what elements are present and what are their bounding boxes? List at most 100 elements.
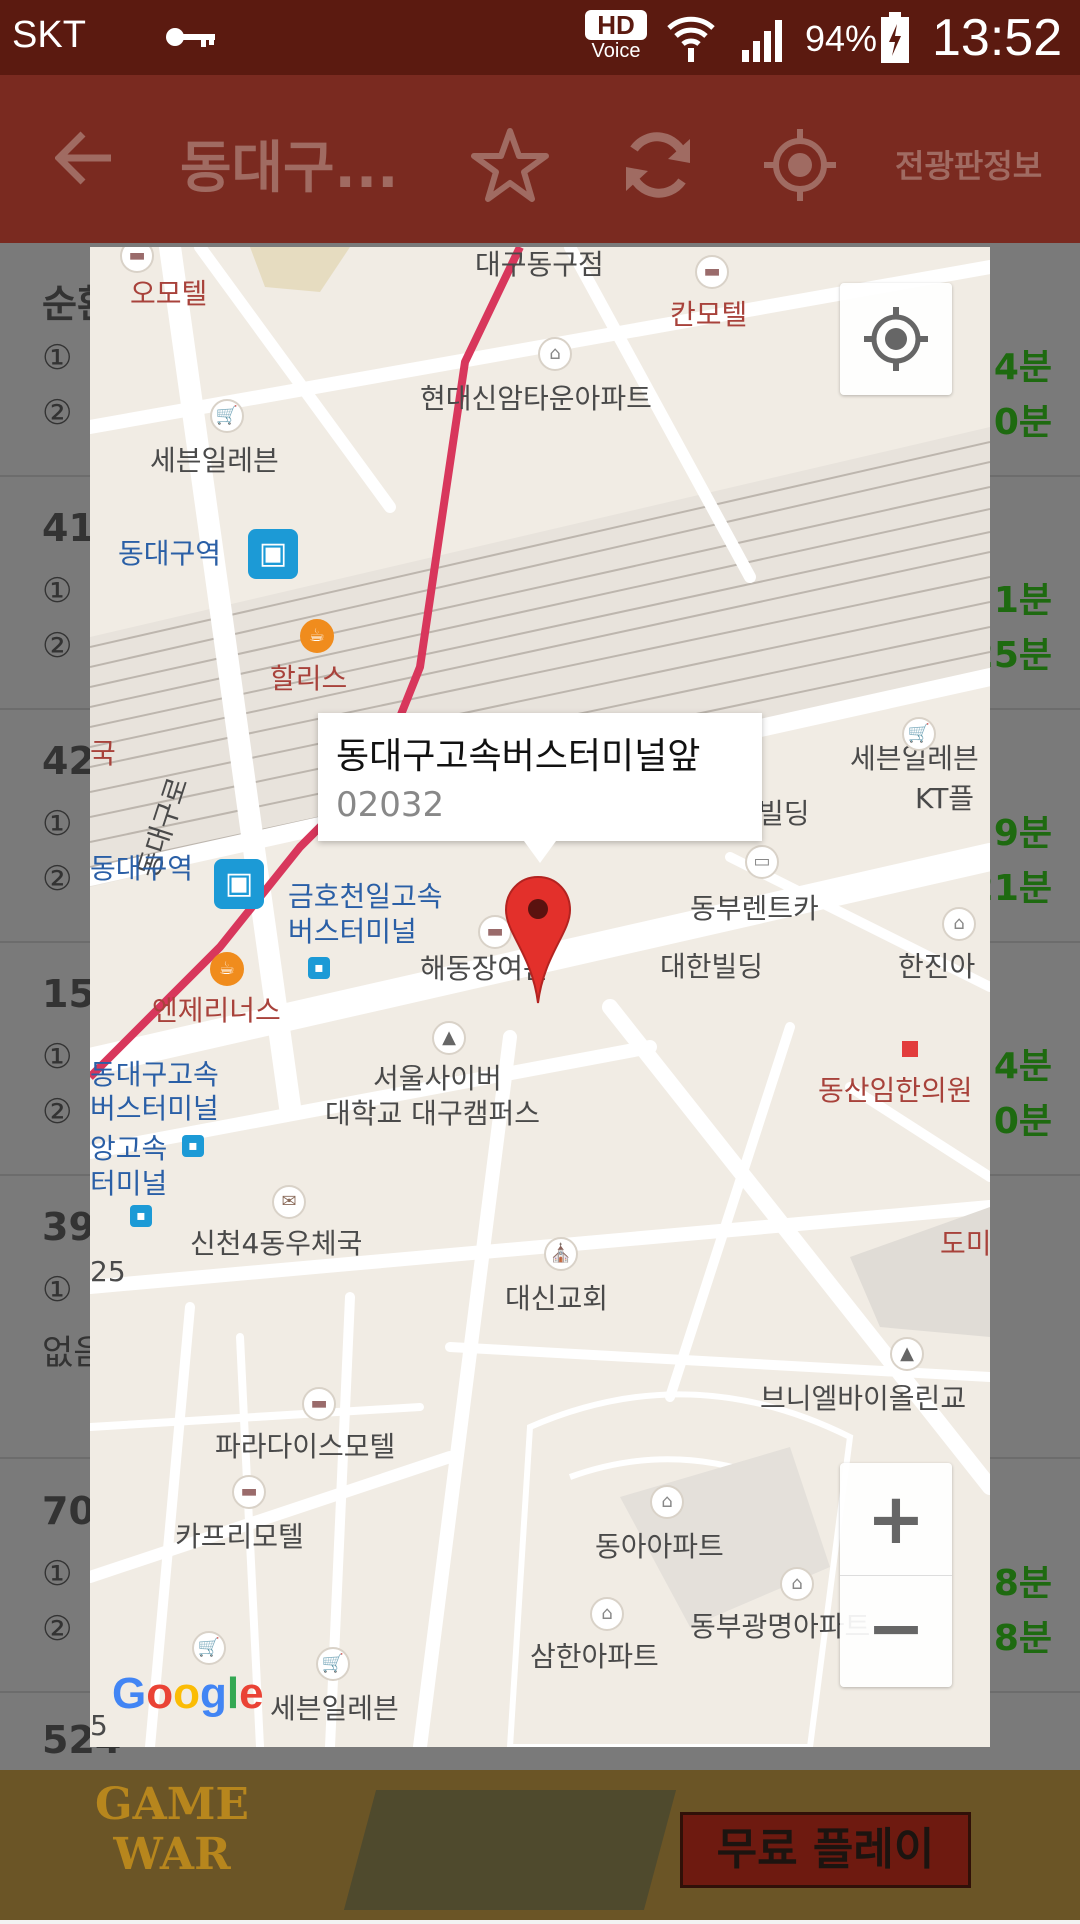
bus-1-label: ① xyxy=(42,1037,73,1077)
church-icon: ⛪ xyxy=(544,1237,578,1271)
subway-icon: ▣ xyxy=(214,859,264,909)
bus-2-label: ② xyxy=(42,393,73,433)
stop-id: 02032 xyxy=(336,785,445,825)
logo-line-2: WAR xyxy=(113,1829,231,1880)
school-icon: ▲ xyxy=(432,1021,466,1055)
google-logo: Google xyxy=(112,1669,264,1718)
map-label: 삼한아파트 xyxy=(530,1640,659,1673)
app-bar: 동대구... 전광판정보 xyxy=(0,75,1080,243)
ad-banner[interactable]: GAME WAR 무료 플레이 xyxy=(0,1770,1080,1920)
crosshair-icon xyxy=(864,307,928,371)
bus-1-label: ① xyxy=(42,1270,73,1310)
bus-stop-icon: ▪ xyxy=(182,1135,204,1157)
map-label: 도미 xyxy=(940,1227,990,1260)
map-label: 25 xyxy=(90,1255,126,1288)
location-pin-icon[interactable] xyxy=(504,875,572,1005)
back-arrow-icon[interactable] xyxy=(55,130,115,186)
zoom-in-button[interactable]: + xyxy=(840,1463,952,1575)
route-number: 42 xyxy=(42,739,95,783)
key-icon xyxy=(166,28,215,47)
bus-2-label: ② xyxy=(42,1092,73,1132)
map-label: 동산임한의원 xyxy=(818,1074,973,1107)
bus-1-label: ① xyxy=(42,1554,73,1594)
map-label: 동아아파트 xyxy=(595,1530,724,1563)
hotel-icon: ▬ xyxy=(302,1387,336,1421)
my-location-button[interactable] xyxy=(840,283,952,395)
map-label: 현대신암타운아파트 xyxy=(420,382,652,415)
ad-image xyxy=(343,1790,677,1910)
shopping-cart-icon: 🛒 xyxy=(210,399,244,433)
arrival-time-1: 4분 xyxy=(993,347,1052,388)
hotel-icon: ▬ xyxy=(232,1475,266,1509)
shopping-cart-icon: 🛒 xyxy=(902,717,936,751)
refresh-icon[interactable] xyxy=(618,125,698,205)
marker-info-window[interactable]: 동대구고속버스터미널앞 02032 xyxy=(318,713,762,863)
map-label: 신천4동우체국 xyxy=(190,1227,363,1260)
map-label: 브니엘바이올린교 xyxy=(760,1382,967,1415)
board-info-button[interactable]: 전광판정보 xyxy=(895,141,1042,187)
home-icon: ⌂ xyxy=(590,1597,624,1631)
home-icon: ⌂ xyxy=(942,907,976,941)
arrival-time-2: 0분 xyxy=(993,1101,1052,1142)
map-label: 금호천일고속 xyxy=(288,880,443,913)
route-number: 70 xyxy=(42,1489,95,1533)
route-number: 15 xyxy=(42,972,95,1016)
map-label: 5 xyxy=(90,1709,108,1742)
map-label: 앙고속 xyxy=(90,1132,168,1165)
map-label: 세븐일레븐 xyxy=(150,444,279,477)
map-label: 대신교회 xyxy=(505,1282,609,1315)
map-label: 터미널 xyxy=(90,1167,168,1200)
map-label: 파라다이스모텔 xyxy=(215,1430,396,1463)
zoom-out-button[interactable]: − xyxy=(840,1575,952,1688)
map-label: 카프리모텔 xyxy=(175,1520,304,1553)
bus-2-label: ② xyxy=(42,626,73,666)
hd-label: HD xyxy=(585,10,647,40)
map-label: 동대구역 xyxy=(90,852,194,885)
map-label: 빌딩 xyxy=(758,797,810,830)
arrival-time-1: 9분 xyxy=(993,813,1052,854)
bus-2-label: ② xyxy=(42,1609,73,1649)
route-number: 41 xyxy=(42,506,95,550)
school-icon: ▲ xyxy=(890,1337,924,1371)
carrier-label: SKT xyxy=(12,14,86,56)
map-label: 버스터미널 xyxy=(288,915,417,948)
battery-charging-icon xyxy=(881,12,909,63)
arrival-time-1: 4분 xyxy=(993,1046,1052,1087)
bus-1-label: ① xyxy=(42,338,73,378)
map-label: 할리스 xyxy=(270,662,348,695)
shopping-cart-icon: 🛒 xyxy=(316,1647,350,1681)
car-rental-icon: ▭ xyxy=(745,845,779,879)
star-icon[interactable] xyxy=(470,125,550,205)
map-label: 동부렌트카 xyxy=(690,892,819,925)
map-label: 세븐일레븐 xyxy=(270,1692,399,1725)
bus-stop-icon: ▪ xyxy=(308,957,330,979)
route-number: 39 xyxy=(42,1205,95,1249)
page-title: 동대구... xyxy=(180,136,399,201)
zoom-control: + − xyxy=(840,1463,952,1687)
cafe-icon: ☕ xyxy=(210,952,244,986)
map-label: 국 xyxy=(90,737,116,770)
map-view[interactable]: 대구동구점 칸모텔 오모텔 현대신암타운아파트 세븐일레븐 동대구역 할리스 국… xyxy=(90,247,990,1747)
voice-label: Voice xyxy=(591,40,641,62)
clinic-icon xyxy=(902,1041,918,1057)
arrival-time-1: 1분 xyxy=(993,580,1052,621)
map-label: 오모텔 xyxy=(130,277,208,310)
home-icon: ⌂ xyxy=(538,337,572,371)
free-play-button[interactable]: 무료 플레이 xyxy=(680,1812,971,1888)
arrival-time-1: 8분 xyxy=(993,1563,1052,1604)
shopping-cart-icon: 🛒 xyxy=(192,1631,226,1665)
battery-percent: 94% xyxy=(805,18,878,59)
wifi-icon xyxy=(667,16,715,62)
map-label: 대학교 대구캠퍼스 xyxy=(325,1097,540,1130)
hd-voice-icon: HD Voice xyxy=(585,10,647,66)
bus-2-label: ② xyxy=(42,859,73,899)
my-location-icon[interactable] xyxy=(760,125,840,205)
home-icon: ⌂ xyxy=(780,1567,814,1601)
stop-name: 동대구고속버스터미널앞 xyxy=(336,736,701,777)
bus-1-label: ① xyxy=(42,804,73,844)
clock: 13:52 xyxy=(932,9,1063,67)
map-label: KT플 xyxy=(915,782,975,815)
arrival-time-2: 0분 xyxy=(993,402,1052,443)
hotel-icon: ▬ xyxy=(695,255,729,289)
map-label: 칸모텔 xyxy=(670,298,748,331)
